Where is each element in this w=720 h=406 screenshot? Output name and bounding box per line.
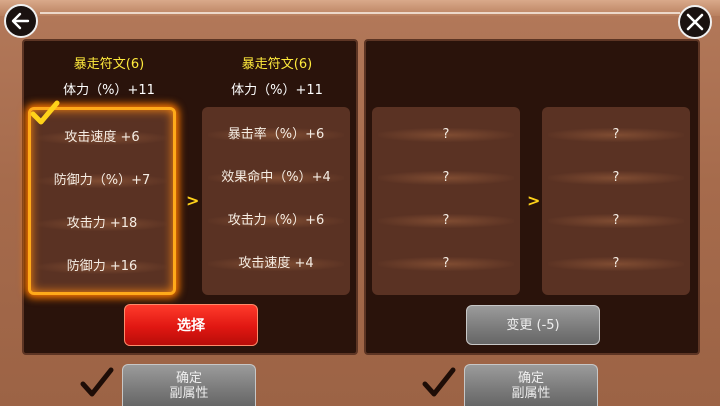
substat-row: ? xyxy=(542,124,690,146)
substat-row: ? xyxy=(542,210,690,232)
substat-row: 暴击率（%）+6 xyxy=(202,124,350,146)
substat-row: ? xyxy=(542,167,690,189)
unknown-current-card: ? ? ? ? xyxy=(372,107,520,295)
arrow-left-icon xyxy=(11,12,30,30)
substat-row: ? xyxy=(372,210,520,232)
substat-row: 防御力 +16 xyxy=(31,256,173,278)
substat-row: 效果命中（%）+4 xyxy=(202,167,350,189)
selected-check-icon xyxy=(30,100,60,125)
check-icon xyxy=(80,367,114,397)
substat-row: ? xyxy=(542,253,690,275)
rune-change-panel: ? ? ? ? > ? ? ? ? 变更 (-5) xyxy=(364,39,700,355)
unknown-candidate-card: ? ? ? ? xyxy=(542,107,690,295)
candidate-substats-card[interactable]: 暴击率（%）+6 效果命中（%）+4 攻击力（%）+6 攻击速度 +4 xyxy=(202,107,350,295)
back-button[interactable] xyxy=(4,4,38,38)
confirm-sublabel: 副属性 xyxy=(511,386,551,401)
candidate-rune-title: 暴走符文(6) xyxy=(241,57,313,72)
substat-row: ? xyxy=(372,167,520,189)
confirm-sublabel: 副属性 xyxy=(169,386,209,401)
chevron-right-icon: > xyxy=(527,191,541,210)
substat-row: ? xyxy=(372,253,520,275)
select-button[interactable]: 选择 xyxy=(124,304,258,346)
rune-reroll-panel: 暴走符文(6) 体力（%）+11 暴走符文(6) 体力（%）+11 攻击速度 +… xyxy=(22,39,358,355)
check-icon xyxy=(422,367,456,397)
substat-row: 攻击速度 +4 xyxy=(202,253,350,275)
confirm-label: 确定 xyxy=(175,371,202,386)
top-divider xyxy=(40,12,680,14)
current-substats-card[interactable]: 攻击速度 +6 防御力（%）+7 攻击力 +18 防御力 +16 xyxy=(28,107,176,295)
substat-row: 攻击力（%）+6 xyxy=(202,210,350,232)
current-main-stat: 体力（%）+11 xyxy=(63,83,155,98)
confirm-label: 确定 xyxy=(517,371,544,386)
close-button[interactable] xyxy=(678,5,712,39)
substat-row: 攻击速度 +6 xyxy=(31,127,173,149)
substat-row: 防御力（%）+7 xyxy=(31,170,173,192)
change-button[interactable]: 变更 (-5) xyxy=(466,305,600,345)
substat-row: 攻击力 +18 xyxy=(31,213,173,235)
substat-row: ? xyxy=(372,124,520,146)
confirm-substat-button-left[interactable]: 确定 副属性 xyxy=(122,364,256,406)
close-x-icon xyxy=(686,13,704,31)
candidate-main-stat: 体力（%）+11 xyxy=(231,83,323,98)
current-rune-title: 暴走符文(6) xyxy=(73,57,145,72)
confirm-substat-button-right[interactable]: 确定 副属性 xyxy=(464,364,598,406)
chevron-right-icon: > xyxy=(186,191,200,210)
